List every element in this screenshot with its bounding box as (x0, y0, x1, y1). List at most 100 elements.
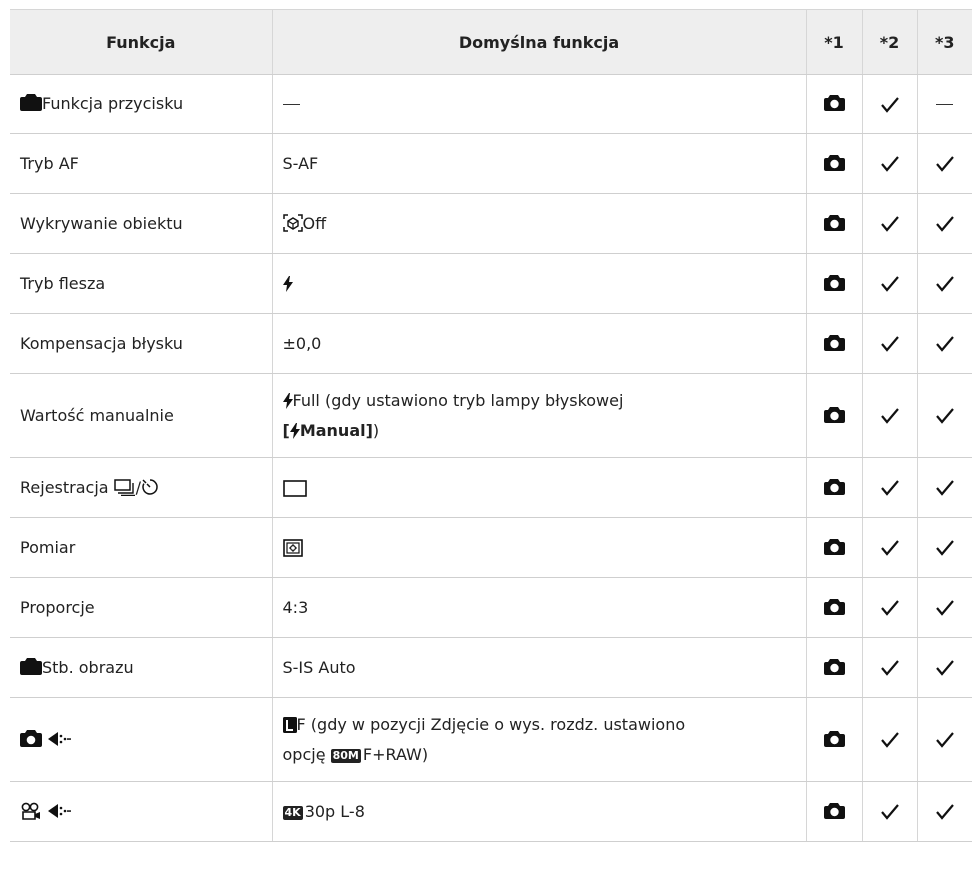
camera-icon (823, 95, 845, 111)
camera-icon (823, 478, 845, 495)
mark-1 (805, 193, 862, 254)
mark-2 (861, 577, 917, 638)
check-icon (880, 408, 899, 424)
function-cell: Funkcja przycisku (10, 74, 272, 134)
subject-detection-icon (282, 213, 303, 232)
mark-3 (916, 577, 972, 638)
mark-1 (805, 781, 862, 842)
mark-1 (805, 133, 862, 194)
mark-3 (916, 457, 972, 518)
image-quality-icon (48, 803, 72, 818)
flash-icon (282, 275, 293, 292)
function-cell: Stb. obrazu (10, 637, 272, 698)
function-cell: Pomiar (10, 517, 272, 578)
mark-1 (805, 313, 862, 374)
table-row: Rejestracja / (10, 457, 972, 518)
camera-icon (823, 730, 845, 747)
check-icon (880, 480, 899, 496)
mark-2 (861, 373, 917, 458)
default-cell (271, 74, 806, 134)
default-cell: Full (gdy ustawiono tryb lampy błyskowej… (271, 373, 806, 458)
header-row: Funkcja Domyślna funkcja *1 *2 *3 (10, 9, 972, 75)
table-row: Pomiar (10, 517, 972, 578)
mark-2 (861, 781, 917, 842)
default-cell: F (gdy w pozycji Zdjęcie o wys. rozdz. u… (271, 697, 806, 782)
check-icon (935, 600, 954, 616)
resolution-badge: 4K (282, 805, 303, 820)
mark-2 (861, 697, 917, 782)
single-frame-icon (282, 479, 307, 497)
check-icon (935, 156, 954, 172)
camera-icon (823, 154, 845, 171)
header-note-2: *2 (861, 9, 917, 75)
default-cell: ±0,0 (271, 313, 806, 374)
table-row: F (gdy w pozycji Zdjęcie o wys. rozdz. u… (10, 697, 972, 782)
check-icon (935, 804, 954, 820)
camera-icon (20, 729, 42, 747)
check-icon (880, 156, 899, 172)
header-default-function: Domyślna funkcja (271, 9, 806, 75)
check-icon (880, 96, 899, 113)
mark-3 (916, 313, 972, 374)
check-icon (880, 732, 899, 748)
check-icon (935, 276, 954, 292)
mark-3 (916, 193, 972, 254)
check-icon (935, 408, 954, 424)
default-cell: Off (271, 193, 806, 254)
function-cell: Tryb AF (10, 133, 272, 194)
image-quality-icon (48, 731, 72, 746)
table-row: Wykrywanie obiektu Off (10, 193, 972, 254)
table-row: Tryb flesza (10, 253, 972, 314)
mark-3 (916, 133, 972, 194)
default-cell: 4K 30p L-8 (271, 781, 806, 842)
sequential-shooting-icon (113, 478, 135, 496)
check-icon (880, 600, 899, 616)
mark-2 (861, 313, 917, 374)
mark-3 (916, 637, 972, 698)
camera-icon (823, 658, 845, 675)
table-row: Proporcje 4:3 (10, 577, 972, 638)
mark-3 (916, 253, 972, 314)
camera-icon (20, 94, 42, 111)
table-row: Kompensacja błysku ±0,0 (10, 313, 972, 374)
flash-icon (289, 422, 300, 439)
camera-icon (823, 598, 845, 615)
camera-icon (20, 657, 42, 675)
default-cell (271, 517, 806, 578)
camera-icon (823, 538, 845, 555)
default-line-2: [Manual]) (282, 420, 380, 440)
default-line-2: opcję 80M F+RAW) (282, 744, 429, 764)
mark-2 (861, 193, 917, 254)
default-line-1: Full (gdy ustawiono tryb lampy błyskowej (282, 386, 796, 416)
mark-3 (916, 781, 972, 842)
check-icon (935, 540, 954, 556)
mark-2 (861, 517, 917, 578)
mark-2 (861, 637, 917, 698)
table-row: Stb. obrazu S-IS Auto (10, 637, 972, 698)
mark-3 (916, 74, 972, 134)
mark-1 (805, 517, 862, 578)
check-icon (935, 336, 954, 352)
mark-1 (805, 74, 862, 134)
header-function: Funkcja (10, 9, 272, 75)
check-icon (880, 216, 899, 232)
mark-1 (805, 457, 862, 518)
dash-mark (282, 104, 300, 105)
camera-icon (823, 214, 845, 231)
self-timer-icon (142, 478, 158, 495)
check-icon (880, 336, 899, 352)
metering-icon (282, 539, 303, 557)
function-cell (10, 781, 272, 842)
camera-icon (823, 334, 845, 351)
table-row: 4K 30p L-8 (10, 781, 972, 842)
function-cell: Wartość manualnie (10, 373, 272, 458)
function-cell: Wykrywanie obiektu (10, 193, 272, 254)
mark-1 (805, 637, 862, 698)
mark-2 (861, 253, 917, 314)
movie-icon (21, 802, 40, 820)
default-cell: 4:3 (271, 577, 806, 638)
check-icon (935, 660, 954, 676)
mark-1 (805, 373, 862, 458)
mark-3 (916, 697, 972, 782)
function-cell: Tryb flesza (10, 253, 272, 314)
